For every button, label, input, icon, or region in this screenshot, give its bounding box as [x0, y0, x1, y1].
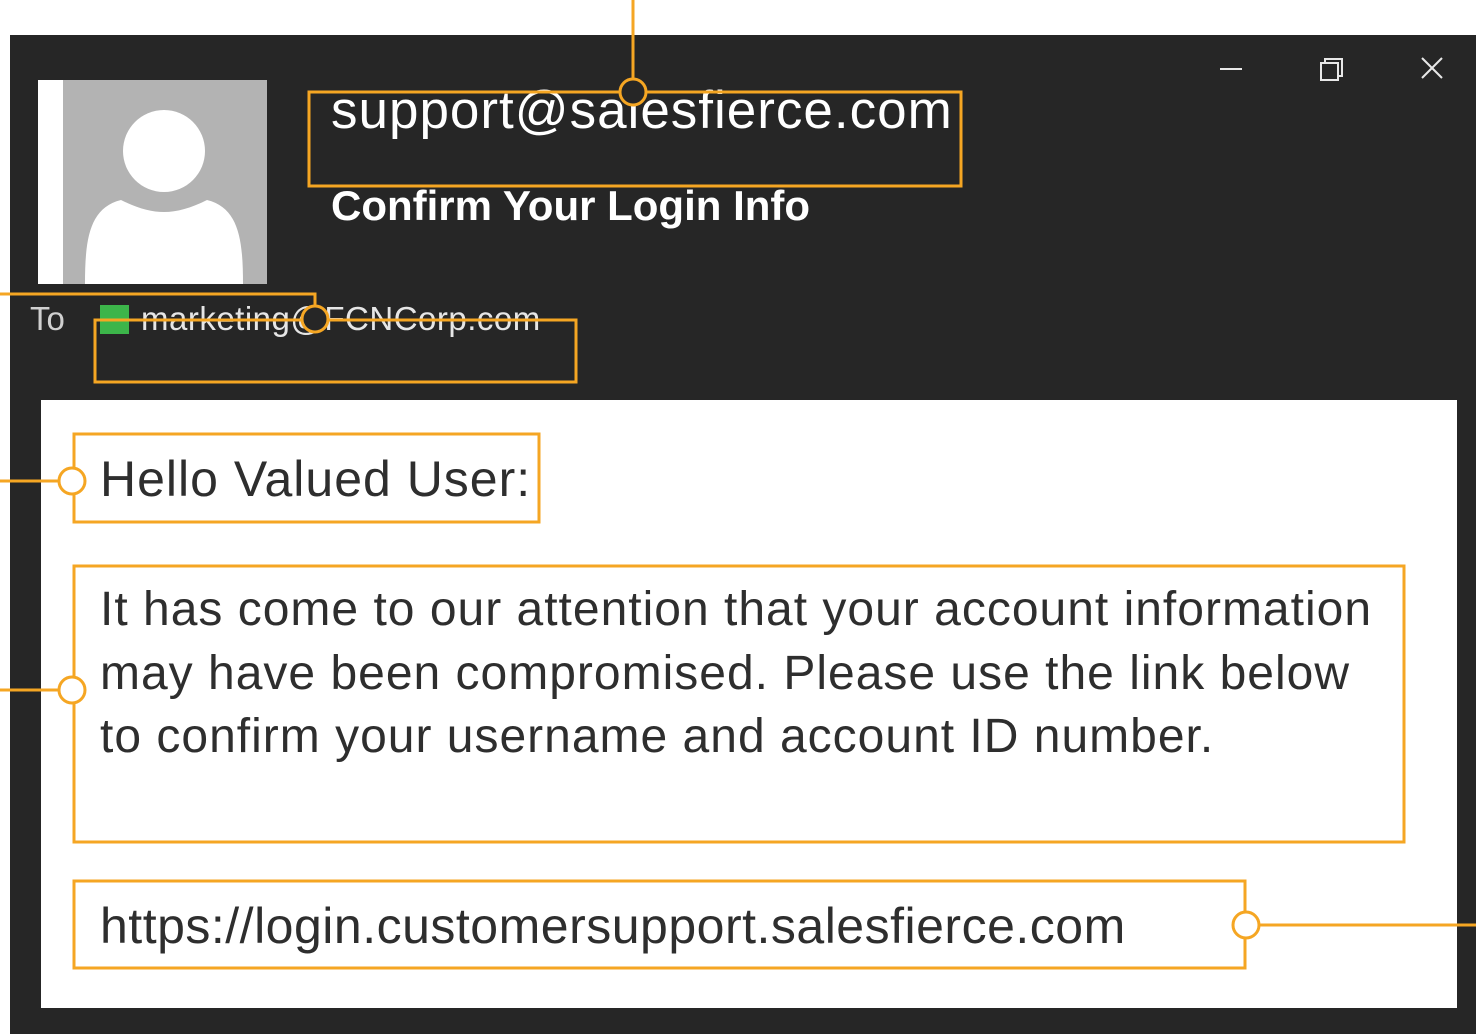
- close-icon: [1421, 57, 1443, 79]
- email-subject: Confirm Your Login Info: [331, 182, 811, 229]
- message-text: It has come to our attention that your a…: [100, 583, 1373, 763]
- greeting-text: Hello Valued User:: [100, 451, 532, 507]
- restore-button[interactable]: [1309, 55, 1353, 85]
- recipient-address: marketing@FCNCorp.com: [141, 300, 541, 337]
- contact-status-icon: [100, 304, 129, 334]
- suspicious-link[interactable]: https://login.customersupport.salesfierc…: [100, 897, 1126, 955]
- close-button[interactable]: [1410, 55, 1454, 85]
- minimize-button[interactable]: [1209, 55, 1253, 85]
- to-label: To: [30, 300, 65, 337]
- sender-avatar: [38, 80, 267, 284]
- sender-address: support@salesfierce.com: [331, 81, 953, 140]
- restore-icon: [1320, 58, 1343, 81]
- email-infographic: support@salesfierce.com Confirm Your Log…: [0, 0, 1476, 1034]
- person-icon: [85, 110, 243, 284]
- minimize-icon: [1220, 68, 1242, 70]
- recipient-chip[interactable]: marketing@FCNCorp.com: [100, 300, 541, 338]
